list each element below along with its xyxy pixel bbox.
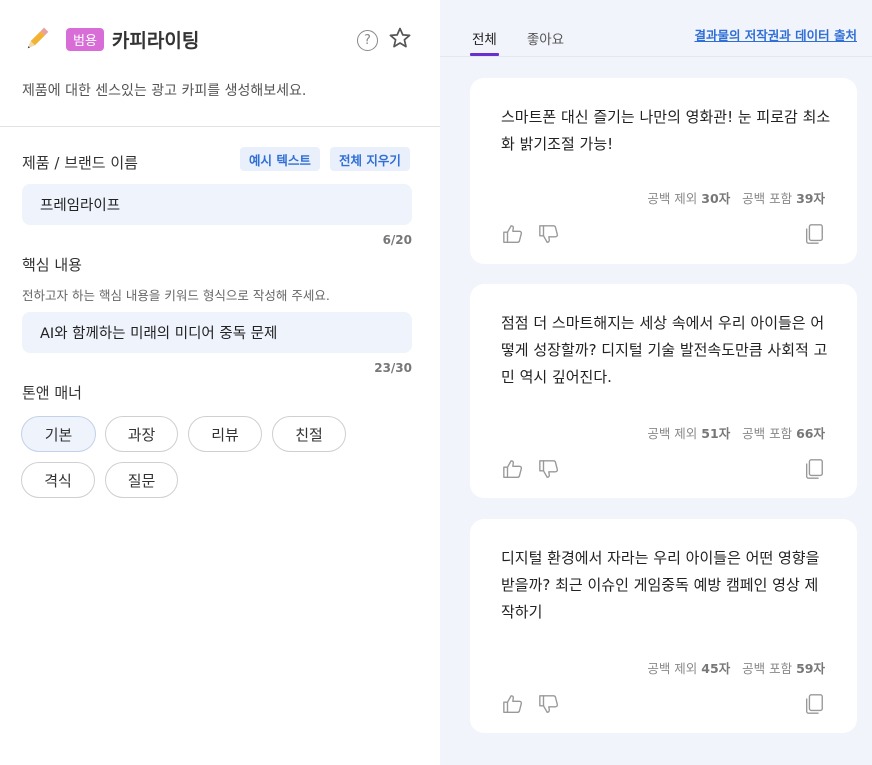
core-char-count: 23/30	[374, 361, 412, 375]
without-space-count: 51자	[701, 426, 731, 441]
core-content-helper: 전하고자 하는 핵심 내용을 키워드 형식으로 작성해 주세요.	[22, 288, 330, 303]
copy-icon[interactable]	[803, 223, 825, 245]
result-text: 디지털 환경에서 자라는 우리 아이들은 어떤 영향을 받을까? 최근 이슈인 …	[501, 549, 820, 621]
result-card: 스마트폰 대신 즐기는 나만의 영화관! 눈 피로감 최소화 밝기조절 가능! …	[470, 78, 857, 264]
thumbs-down-icon[interactable]	[538, 458, 560, 480]
result-tabs: 전체 좋아요	[470, 28, 564, 56]
product-label: 제품 / 브랜드 이름	[22, 154, 138, 172]
result-card: 점점 더 스마트해지는 세상 속에서 우리 아이들은 어떻게 성장할까? 디지털…	[470, 284, 857, 498]
page-header: 범용 카피라이팅 ?	[22, 22, 412, 56]
tab-all[interactable]: 전체	[470, 28, 499, 56]
with-space-count: 59자	[796, 661, 825, 676]
tone-label: 톤앤 매너	[22, 384, 82, 402]
divider	[0, 126, 440, 127]
pencil-icon	[22, 24, 52, 54]
without-space-label: 공백 제외	[647, 191, 698, 206]
tone-option-formal[interactable]: 격식	[21, 462, 95, 498]
tone-option-exaggerate[interactable]: 과장	[105, 416, 178, 452]
tabs-divider	[440, 56, 872, 57]
thumbs-up-icon[interactable]	[502, 223, 524, 245]
thumbs-down-icon[interactable]	[538, 693, 560, 715]
without-space-label: 공백 제외	[647, 426, 698, 441]
help-icon[interactable]: ?	[357, 29, 378, 51]
copy-icon[interactable]	[803, 458, 825, 480]
char-count-meta: 공백 제외 30자 공백 포함 39자	[647, 188, 825, 207]
with-space-label: 공백 포함	[742, 661, 793, 676]
tab-liked[interactable]: 좋아요	[527, 28, 564, 56]
char-count-meta: 공백 제외 51자 공백 포함 66자	[647, 423, 825, 442]
with-space-count: 39자	[796, 191, 825, 206]
input-panel: 범용 카피라이팅 ? 제품에 대한 센스있는 광고 카피를 생성해보세요. 제품…	[0, 0, 440, 765]
with-space-label: 공백 포함	[742, 426, 793, 441]
results-panel: 전체 좋아요 결과물의 저작권과 데이터 출처 스마트폰 대신 즐기는 나만의 …	[440, 0, 872, 765]
without-space-count: 45자	[701, 661, 731, 676]
page-title: 카피라이팅	[111, 29, 200, 52]
example-text-button[interactable]: 예시 텍스트	[240, 147, 320, 171]
copyright-source-link[interactable]: 결과물의 저작권과 데이터 출처	[694, 25, 857, 44]
tone-option-kind[interactable]: 친절	[272, 416, 346, 452]
tone-option-review[interactable]: 리뷰	[188, 416, 262, 452]
core-content-label: 핵심 내용	[22, 256, 82, 274]
tone-option-basic[interactable]: 기본	[21, 416, 96, 452]
result-text: 스마트폰 대신 즐기는 나만의 영화관! 눈 피로감 최소화 밝기조절 가능!	[501, 108, 831, 153]
result-card: 디지털 환경에서 자라는 우리 아이들은 어떤 영향을 받을까? 최근 이슈인 …	[470, 519, 857, 733]
char-count-meta: 공백 제외 45자 공백 포함 59자	[647, 658, 825, 677]
thumbs-up-icon[interactable]	[502, 693, 524, 715]
category-badge: 범용	[66, 27, 104, 51]
page-description: 제품에 대한 센스있는 광고 카피를 생성해보세요.	[22, 83, 307, 99]
without-space-count: 30자	[701, 191, 731, 206]
result-text: 점점 더 스마트해지는 세상 속에서 우리 아이들은 어떻게 성장할까? 디지털…	[501, 314, 828, 386]
tone-option-question[interactable]: 질문	[105, 462, 178, 498]
with-space-count: 66자	[796, 426, 825, 441]
core-content-input[interactable]: AI와 함께하는 미래의 미디어 중독 문제	[22, 312, 412, 353]
star-icon[interactable]	[388, 26, 412, 54]
without-space-label: 공백 제외	[647, 661, 698, 676]
copy-icon[interactable]	[803, 693, 825, 715]
with-space-label: 공백 포함	[742, 191, 793, 206]
thumbs-down-icon[interactable]	[538, 223, 560, 245]
clear-all-button[interactable]: 전체 지우기	[330, 147, 410, 171]
thumbs-up-icon[interactable]	[502, 458, 524, 480]
product-input[interactable]: 프레임라이프	[22, 184, 412, 225]
product-char-count: 6/20	[382, 233, 412, 247]
